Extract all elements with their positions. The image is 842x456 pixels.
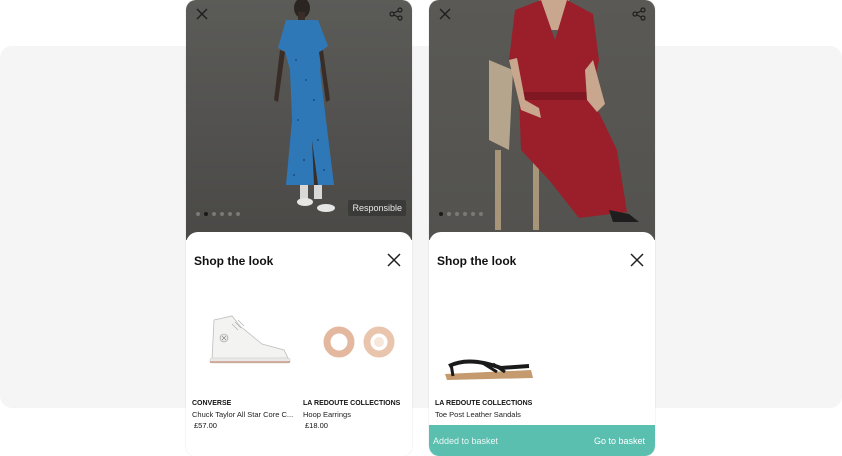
model-photo-red-dress[interactable]: [429, 0, 655, 240]
page-backdrop: [0, 46, 842, 408]
carousel-dot[interactable]: [196, 212, 200, 216]
shop-the-look-sheet: Shop the look LA REDOUTE COLLECTIONS Toe…: [429, 232, 655, 456]
sheet-title: Shop the look: [194, 254, 274, 268]
product-brand: CONVERSE: [192, 400, 232, 407]
carousel-dot[interactable]: [228, 212, 232, 216]
carousel-dot[interactable]: [479, 212, 483, 216]
carousel-dot[interactable]: [447, 212, 451, 216]
shop-the-look-sheet: Shop the look CONVERSE Chuck Taylor All …: [186, 232, 412, 456]
close-icon[interactable]: [194, 7, 210, 23]
carousel-dots[interactable]: [196, 212, 240, 216]
close-icon[interactable]: [386, 252, 402, 268]
product-brand: LA REDOUTE COLLECTIONS: [303, 400, 401, 407]
carousel-dot[interactable]: [236, 212, 240, 216]
responsible-badge: Responsible: [348, 200, 406, 216]
go-to-basket-button[interactable]: Go to basket: [594, 436, 645, 446]
product-card-right: Shop the look LA REDOUTE COLLECTIONS Toe…: [429, 0, 655, 456]
carousel-dots[interactable]: [439, 212, 483, 216]
hoop-earrings-icon: [303, 292, 407, 390]
carousel-dot[interactable]: [220, 212, 224, 216]
carousel-dot-active[interactable]: [439, 212, 443, 216]
carousel-dot[interactable]: [463, 212, 467, 216]
product-price: £57.00: [194, 421, 217, 430]
sandal-icon: [435, 292, 539, 390]
added-to-basket-toast: Added to basket Go to basket: [429, 425, 655, 456]
carousel-dot[interactable]: [471, 212, 475, 216]
product-brand: LA REDOUTE COLLECTIONS: [435, 400, 533, 407]
sheet-title: Shop the look: [437, 254, 517, 268]
share-icon[interactable]: [631, 7, 647, 23]
product-price: £18.00: [305, 421, 328, 430]
high-top-sneaker-icon: [192, 292, 296, 390]
product-name[interactable]: Toe Post Leather Sandals: [435, 410, 541, 419]
carousel-dot-active[interactable]: [204, 212, 208, 216]
share-icon[interactable]: [388, 7, 404, 23]
toast-message: Added to basket: [433, 436, 499, 446]
product-card-left: Responsible Shop the look CONVERSE Chuck…: [186, 0, 412, 456]
carousel-dot[interactable]: [455, 212, 459, 216]
close-icon[interactable]: [437, 7, 453, 23]
carousel-dot[interactable]: [212, 212, 216, 216]
product-name[interactable]: Chuck Taylor All Star Core C...: [192, 410, 298, 419]
product-name[interactable]: Hoop Earrings: [303, 410, 409, 419]
close-icon[interactable]: [629, 252, 645, 268]
